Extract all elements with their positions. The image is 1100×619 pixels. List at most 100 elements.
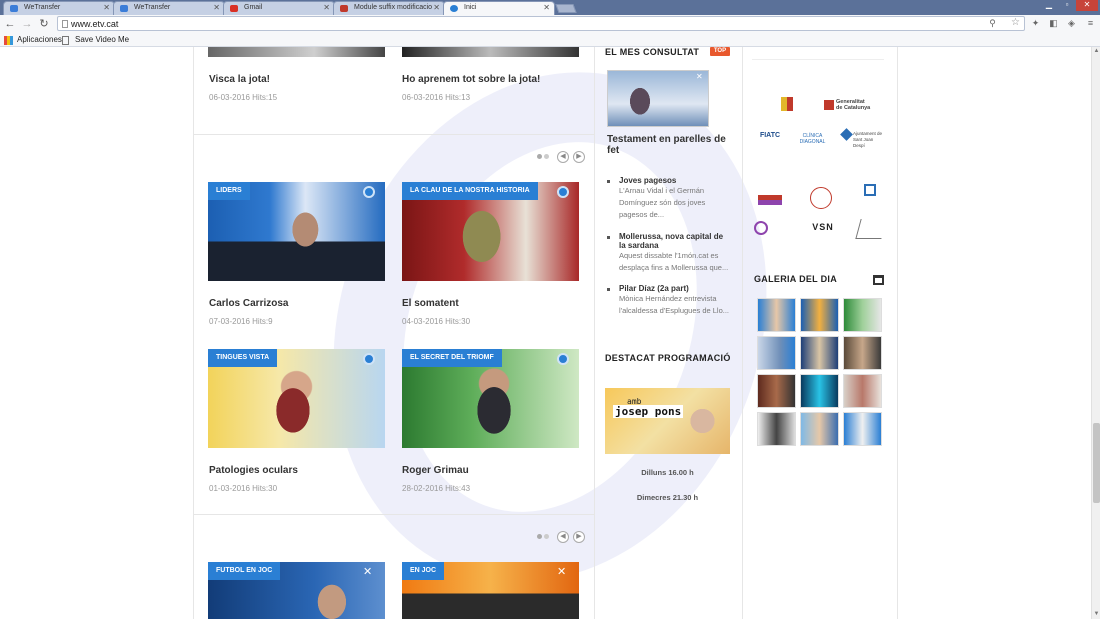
diagonal-logo[interactable]: CLÍNICA DIAGONAL [790,133,835,145]
carousel-next-icon[interactable]: ▶ [573,531,585,543]
tab-gmail[interactable]: Gmail ✕ [223,1,335,15]
gallery-thumbnail[interactable] [800,336,839,370]
news-item[interactable]: Mollerussa, nova capital de la sardana A… [607,232,732,280]
close-tab-icon[interactable]: ✕ [213,2,220,14]
scrollbar-thumb[interactable] [1093,423,1100,503]
featured-title[interactable]: Testament en parelles de fet [607,134,727,156]
sponsor-logo[interactable] [810,187,832,209]
gallery-thumbnail[interactable] [843,412,882,446]
gallery-thumbnail[interactable] [843,298,882,332]
bookmark-apps[interactable]: Aplicaciones [4,34,62,46]
featured-thumbnail[interactable]: ✕ [607,70,709,127]
video-title[interactable]: Patologies oculars [209,465,298,476]
gallery-thumbnail[interactable] [757,374,796,408]
video-thumbnail[interactable] [402,47,579,57]
gallery-thumbnail[interactable] [757,298,796,332]
sponsor-logo[interactable] [754,221,768,235]
maximize-window-icon[interactable]: ▫ [1058,0,1076,11]
news-item[interactable]: Pilar Díaz (2a part) Mònica Hernández en… [607,284,732,324]
column-divider [594,47,595,619]
video-thumbnail[interactable]: FUTBOL EN JOC ✕ [208,562,385,619]
carousel-prev-icon[interactable]: ◀ [557,151,569,163]
new-tab-button[interactable] [555,4,577,13]
tab-module-suffix[interactable]: Module suffix modificacio ✕ [333,1,445,15]
gallery-thumbnail[interactable] [800,298,839,332]
video-meta: 07-03-2016 Hits:9 [209,317,273,326]
video-thumbnail[interactable]: LIDERS [208,182,385,281]
extension-icon[interactable]: ◧ [1048,18,1059,29]
close-window-icon[interactable]: ✕ [1076,0,1098,11]
address-bar[interactable]: www.etv.cat ☆ [57,16,1025,31]
video-thumbnail[interactable]: TINGUES VISTA [208,349,385,448]
scroll-down-icon[interactable]: ▼ [1092,610,1100,619]
page-scrollbar[interactable]: ▲ ▼ [1091,47,1100,619]
gallery-icon[interactable] [873,275,884,285]
news-title[interactable]: Pilar Díaz (2a part) [619,284,731,293]
sponsor-logo[interactable] [855,219,887,239]
sponsor-logo[interactable] [758,195,782,205]
fiatc-logo[interactable]: FIATC [757,132,783,139]
news-item[interactable]: Joves pagesos L'Arnau Vidal i el Germán … [607,176,732,224]
gencat-label[interactable]: Generalitat de Catalunya [836,99,872,111]
gallery-thumbnail[interactable] [843,374,882,408]
ajuntament-sant-joan-label[interactable]: Ajuntament de Sant Joan Despí [853,131,885,149]
menu-icon[interactable]: ≡ [1085,18,1096,29]
category-badge[interactable]: TINGUES VISTA [208,349,278,367]
video-title[interactable]: Roger Grimau [402,465,469,476]
tab-wetransfer-2[interactable]: WeTransfer ✕ [113,1,225,15]
sponsor-logo[interactable] [864,184,876,196]
tab-label: Gmail [244,4,263,11]
minimize-window-icon[interactable]: ▁ [1040,0,1058,11]
ajuntament-sant-joan-icon[interactable] [840,128,853,141]
news-desc: L'Arnau Vidal i el Germán Domínguez són … [619,186,706,219]
close-tab-icon[interactable]: ✕ [433,2,440,14]
gallery-thumbnail[interactable] [757,336,796,370]
url-text[interactable]: www.etv.cat [71,18,118,30]
close-tab-icon[interactable]: ✕ [323,2,330,14]
category-badge[interactable]: LA CLAU DE LA NOSTRA HISTORIA [402,182,538,200]
ajuntament-shield-icon[interactable] [781,97,793,111]
programacio-banner[interactable]: amb josep pons [605,388,730,454]
category-badge[interactable]: FUTBOL EN JOC [208,562,281,580]
close-tab-icon[interactable]: ✕ [103,2,110,14]
close-tab-icon[interactable]: ✕ [543,2,550,14]
pager-dot[interactable] [544,534,549,539]
channel-logo-icon: ✕ [557,566,567,578]
pager-dot[interactable] [544,154,549,159]
gallery-thumbnail[interactable] [800,412,839,446]
video-title[interactable]: El somatent [402,298,459,309]
category-badge[interactable]: EL SECRET DEL TRIOMF [402,349,502,367]
back-arrow-icon[interactable]: ← [3,17,17,31]
pager-dot-active[interactable] [537,534,542,539]
video-title[interactable]: Ho aprenem tot sobre la jota! [402,74,540,85]
forward-arrow-icon[interactable]: → [20,17,34,31]
video-thumbnail[interactable]: LA CLAU DE LA NOSTRA HISTORIA [402,182,579,281]
pager-dot-active[interactable] [537,154,542,159]
gallery-thumbnail[interactable] [800,374,839,408]
channel-logo-icon [363,186,375,198]
carousel-prev-icon[interactable]: ◀ [557,531,569,543]
scroll-up-icon[interactable]: ▲ [1092,47,1100,56]
extension-icon[interactable]: ✦ [1030,18,1041,29]
video-title[interactable]: Visca la jota! [209,74,270,85]
bookmark-star-icon[interactable]: ☆ [1011,17,1020,28]
extension-icon[interactable]: ◈ [1066,18,1077,29]
video-thumbnail[interactable] [208,47,385,57]
tab-inici[interactable]: Inici ✕ [443,1,555,15]
carousel-next-icon[interactable]: ▶ [573,151,585,163]
gallery-thumbnail[interactable] [757,412,796,446]
video-title[interactable]: Carlos Carrizosa [209,298,288,309]
gencat-icon[interactable] [824,100,834,110]
news-title[interactable]: Joves pagesos [619,176,731,185]
video-thumbnail[interactable]: EN JOC ✕ [402,562,579,619]
vsn-logo[interactable]: VSN [803,223,843,232]
category-badge[interactable]: LIDERS [208,182,250,200]
video-thumbnail[interactable]: EL SECRET DEL TRIOMF [402,349,579,448]
reload-icon[interactable]: ↻ [37,17,51,31]
pin-icon[interactable]: ⚲ [987,18,998,29]
gallery-thumbnail[interactable] [843,336,882,370]
category-badge[interactable]: EN JOC [402,562,445,580]
tab-wetransfer-1[interactable]: WeTransfer ✕ [3,1,115,15]
bookmark-save-video[interactable]: Save Video Me [62,34,129,46]
news-title[interactable]: Mollerussa, nova capital de la sardana [619,232,731,250]
